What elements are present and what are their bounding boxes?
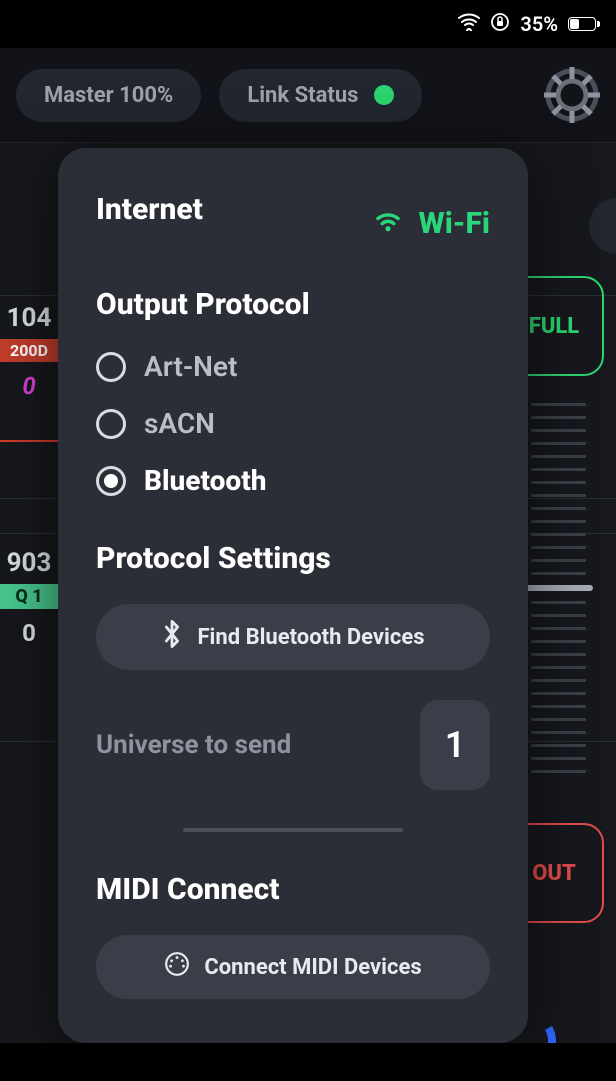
link-status-pill[interactable]: Link Status (219, 69, 422, 122)
channel-tag: Q 1 (0, 584, 58, 609)
connect-midi-button[interactable]: Connect MIDI Devices (96, 935, 490, 999)
wifi-status[interactable]: Wi-Fi (371, 206, 490, 241)
wifi-icon (458, 12, 480, 36)
battery-percent: 35% (520, 12, 558, 36)
bottom-bar (0, 1043, 616, 1081)
lock-rotation-icon (490, 12, 510, 37)
button-label: Connect MIDI Devices (204, 955, 421, 980)
radio-label: Art-Net (144, 350, 237, 383)
protocol-settings-heading: Protocol Settings (96, 541, 490, 576)
status-dot-icon (374, 85, 394, 105)
settings-popover: Internet Wi-Fi Output Protocol Art-Net s… (58, 148, 528, 1043)
channel-block-2: 903 Q 1 0 (0, 548, 58, 647)
channel-number: 104 (0, 303, 58, 333)
wifi-icon (371, 206, 405, 241)
radio-icon (96, 466, 126, 496)
divider (183, 828, 404, 832)
radio-label: sACN (144, 407, 215, 440)
radio-icon (96, 409, 126, 439)
top-bar: Master 100% Link Status (0, 48, 616, 143)
channel-value: 0 (0, 372, 58, 400)
radio-sacn[interactable]: sACN (96, 407, 490, 440)
radio-label: Bluetooth (144, 464, 267, 497)
status-bar: 35% (0, 0, 616, 48)
button-label: Find Bluetooth Devices (197, 625, 424, 650)
battery-icon (568, 17, 596, 31)
channel-tag: 200D (0, 339, 58, 362)
universe-label: Universe to send (96, 730, 291, 760)
radio-icon (96, 352, 126, 382)
midi-icon (164, 951, 190, 983)
channel-number: 903 (0, 548, 58, 578)
radio-artnet[interactable]: Art-Net (96, 350, 490, 383)
output-protocol-heading: Output Protocol (96, 287, 490, 322)
midi-connect-heading: MIDI Connect (96, 872, 490, 907)
radio-bluetooth[interactable]: Bluetooth (96, 464, 490, 497)
internet-heading: Internet (96, 192, 203, 227)
mode-pill-partial[interactable]: ive (589, 198, 616, 254)
bluetooth-icon (161, 620, 183, 654)
wifi-label: Wi-Fi (419, 206, 490, 241)
channel-block-1: 104 200D 0 (0, 303, 58, 442)
universe-input[interactable]: 1 (420, 700, 490, 790)
level-ladder (531, 403, 586, 773)
target-icon[interactable] (544, 67, 600, 123)
link-status-label: Link Status (247, 83, 358, 108)
find-bluetooth-button[interactable]: Find Bluetooth Devices (96, 604, 490, 670)
channel-value: 0 (0, 619, 58, 647)
master-pill[interactable]: Master 100% (16, 69, 201, 122)
